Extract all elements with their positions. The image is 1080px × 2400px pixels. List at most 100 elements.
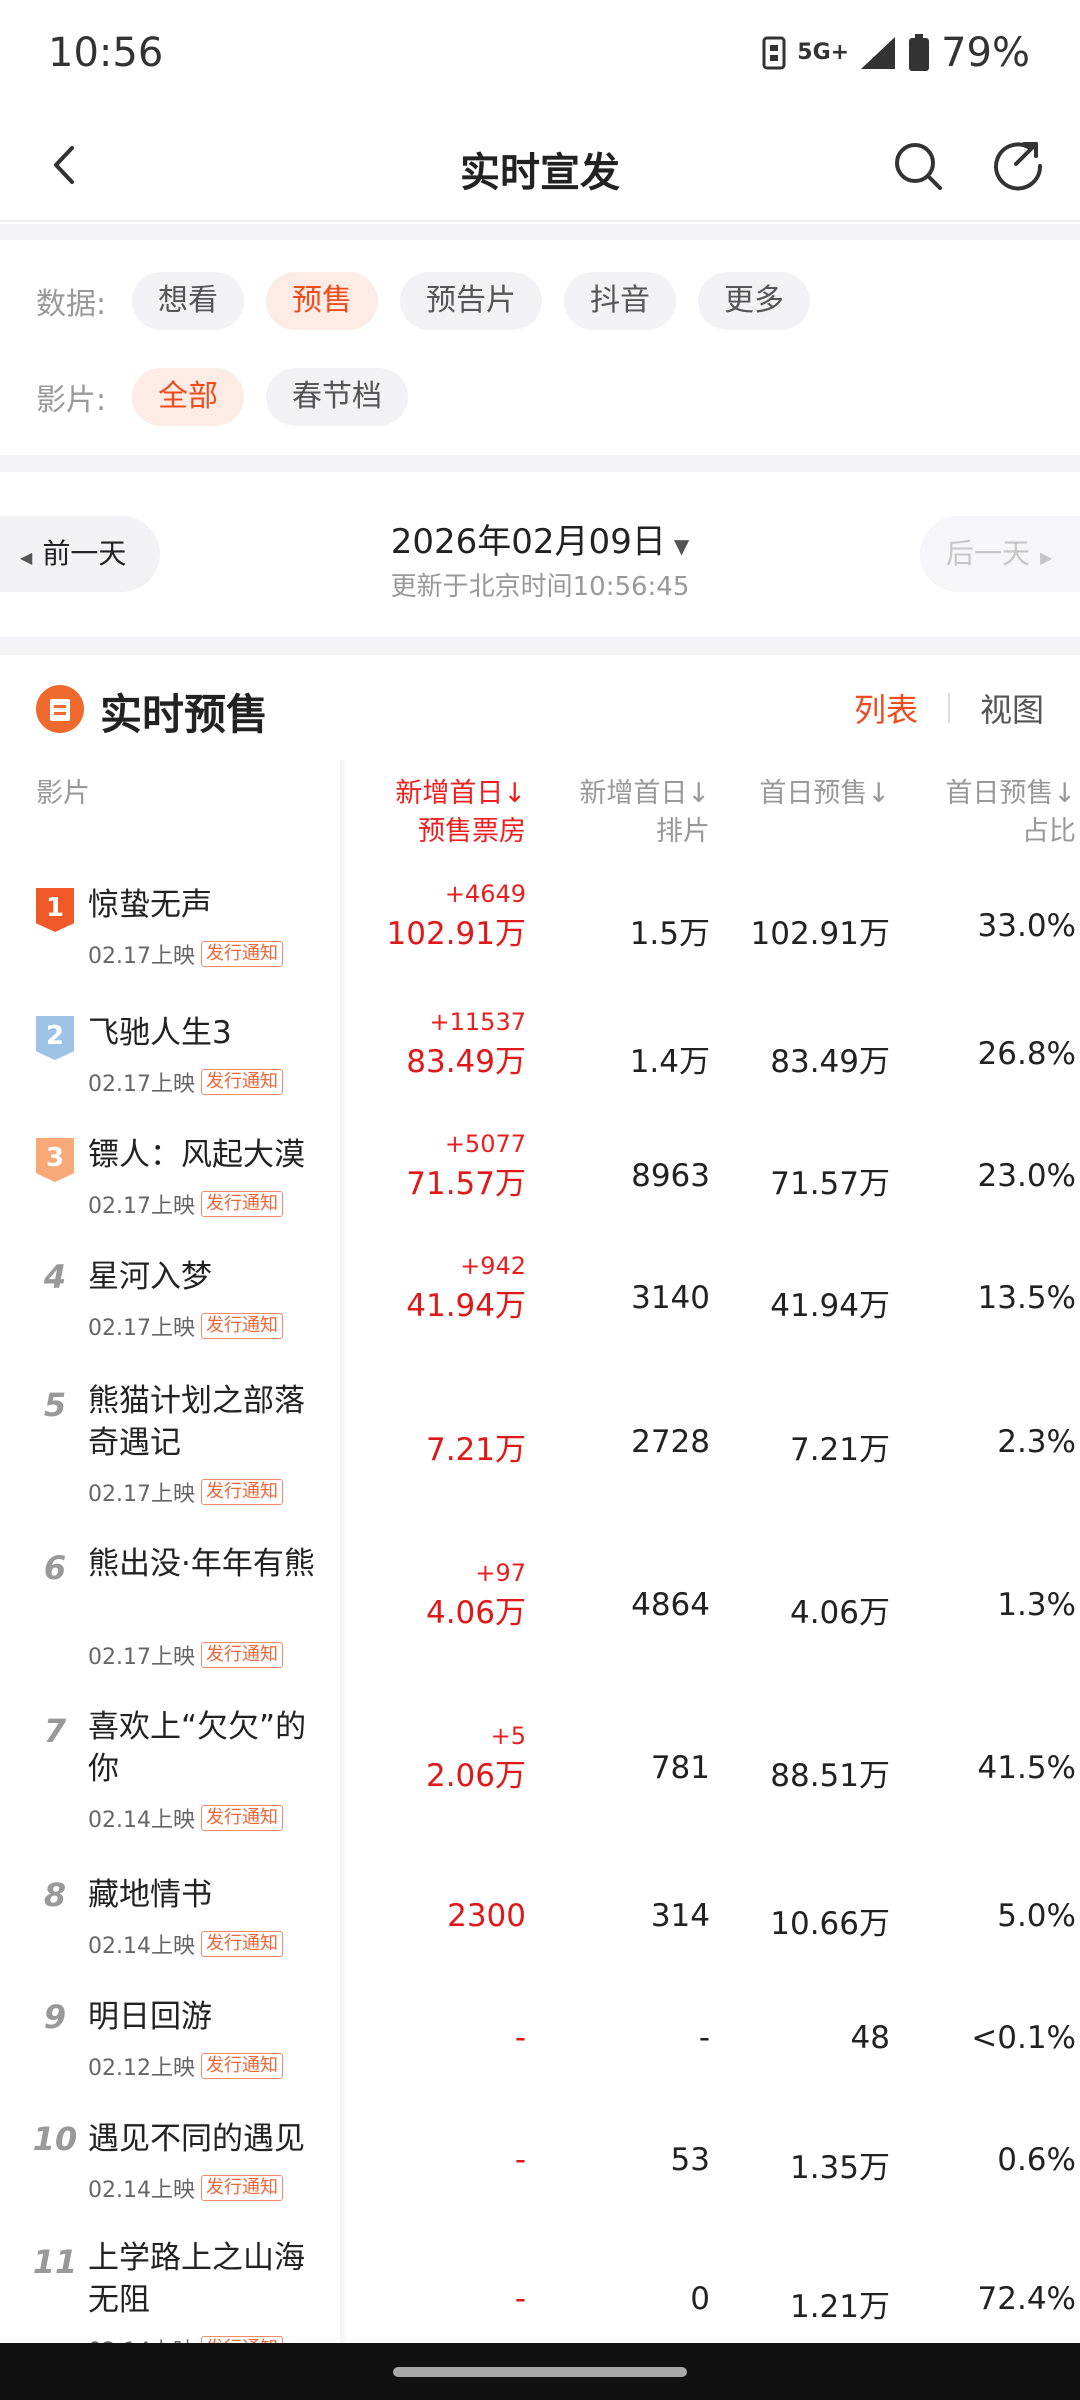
table-row[interactable]: 1 惊蛰无声 02.17上映 发行通知 +4649 102.91万 1.5万 10… <box>0 880 1080 1000</box>
film-meta: 02.17上映 发行通知 <box>88 1476 283 1508</box>
table-row[interactable]: 2 飞驰人生3 02.17上映 发行通知 +11537 83.49万 1.4万 8… <box>0 1008 1080 1128</box>
film-name: 熊出没·年年有熊 <box>88 1546 315 1582</box>
release-notice-tag[interactable]: 发行通知 <box>200 1642 283 1668</box>
release-notice-tag[interactable]: 发行通知 <box>200 1191 283 1217</box>
first-day-presale: 1.21万 <box>789 2289 890 2325</box>
first-day-presale: 10.66万 <box>770 1906 890 1942</box>
new-box-office: - <box>514 2142 526 2178</box>
film-name: 上学路上之山海无阻 <box>88 2240 305 2318</box>
film-meta: 02.14上映发行通知 <box>88 1928 283 1960</box>
table-row[interactable]: 6 熊出没·年年有熊 02.17上映 发行通知 +97 4.06万 4864 4.… <box>0 1543 1080 1703</box>
release-notice-tag[interactable]: 发行通知 <box>200 2175 283 2201</box>
rank-number: 4 <box>43 1258 67 1296</box>
release-notice-tag[interactable]: 发行通知 <box>200 1931 283 1957</box>
rank-number: 10 <box>32 2120 78 2158</box>
tab-list[interactable]: 列表 <box>854 685 918 731</box>
new-box-office: 2300 <box>447 1898 526 1934</box>
header-first-day-presale[interactable]: 首日预售↓ <box>690 775 890 813</box>
new-box-office: - <box>514 2281 526 2317</box>
status-icons: 5G+ 79% <box>761 30 1030 76</box>
new-box-office: - <box>514 2020 526 2056</box>
chip-trailer[interactable]: 预告片 <box>400 272 542 330</box>
right-arrow-icon: ▶ <box>1040 548 1053 567</box>
next-day-label: 后一天 <box>946 537 1031 570</box>
chip-all[interactable]: 全部 <box>132 368 244 426</box>
next-day-button[interactable]: 后一天 ▶ <box>920 516 1080 592</box>
header-col1-line2: 预售票房 <box>418 816 526 847</box>
first-day-presale: 88.51万 <box>770 1758 890 1794</box>
release-date: 02.12上映 <box>88 2056 195 2081</box>
film-filter-row: 影片: 全部 春节档 <box>36 368 430 426</box>
rank-badge: 1 <box>36 888 74 932</box>
new-box-office: 4.06万 <box>425 1595 526 1631</box>
presale-share: 0.6% <box>997 2142 1076 2178</box>
film-meta: 02.14上映发行通知 <box>88 1802 283 1834</box>
chip-presale[interactable]: 预售 <box>266 272 378 330</box>
header-new-first-day-screenings[interactable]: 新增首日↓ 排片 <box>510 775 710 851</box>
new-screenings: 1.5万 <box>629 916 710 952</box>
release-date: 02.17上映 <box>88 1645 195 1670</box>
header-col3: 首日预售↓ <box>759 778 890 809</box>
increment: +942 <box>460 1252 526 1280</box>
table-row[interactable]: 7 喜欢上“欠欠”的你 02.14上映 发行通知 +5 2.06万 781 88.… <box>0 1706 1080 1866</box>
table-row[interactable]: 5 熊猫计划之部落奇遇记 02.17上映 发行通知 7.21万 2728 7.21… <box>0 1380 1080 1540</box>
network-type: 5G+ <box>797 40 850 65</box>
first-day-presale: 7.21万 <box>789 1432 890 1468</box>
presale-share: 33.0% <box>977 908 1076 944</box>
rank-number: 11 <box>32 2243 78 2281</box>
tab-view[interactable]: 视图 <box>980 685 1044 731</box>
sim-icon <box>762 36 786 70</box>
search-icon[interactable] <box>890 138 946 194</box>
new-box-office: 71.57万 <box>406 1166 526 1202</box>
release-notice-tag[interactable]: 发行通知 <box>200 1805 283 1831</box>
chip-spring-festival[interactable]: 春节档 <box>266 368 408 426</box>
release-notice-tag[interactable]: 发行通知 <box>200 1069 283 1095</box>
release-notice-tag[interactable]: 发行通知 <box>200 1313 283 1339</box>
new-screenings: 8963 <box>631 1158 710 1194</box>
film-filter-label: 影片: <box>36 383 107 418</box>
film-meta: 02.12上映 发行通知 <box>88 2050 283 2082</box>
table-row[interactable]: 8 藏地情书 02.14上映 发行通知 2300 314 10.66万 5.0% <box>0 1870 1080 1990</box>
table-row[interactable]: 3 镖人：风起大漠 02.17上映 发行通知 +5077 71.57万 8963 … <box>0 1130 1080 1250</box>
new-screenings: 53 <box>670 2142 710 2178</box>
header-col4-line1: 首日预售↓ <box>945 778 1076 809</box>
signal-icon <box>861 37 896 69</box>
presale-share: 26.8% <box>977 1036 1076 1072</box>
table-row[interactable]: 4 星河入梦 02.17上映 发行通知 +942 41.94万 3140 41.9… <box>0 1252 1080 1372</box>
new-box-office: 7.21万 <box>425 1432 526 1468</box>
home-indicator[interactable] <box>393 2367 687 2377</box>
new-screenings: 314 <box>650 1898 710 1934</box>
presale-section: 实时预售 列表 视图 影片 新增首日↓ 预售票房 新增首日↓ 排片 首日预售↓ … <box>0 655 1080 2345</box>
clock: 10:56 <box>48 30 164 76</box>
chip-douyin[interactable]: 抖音 <box>564 272 676 330</box>
header-new-first-day-box-office[interactable]: 新增首日↓ 预售票房 <box>326 775 526 851</box>
film-meta: 02.17上映 发行通知 <box>88 938 283 970</box>
table-row[interactable]: 9 明日回游 02.12上映 发行通知 - - 48 <0.1% <box>0 1992 1080 2112</box>
release-notice-tag[interactable]: 发行通知 <box>200 1479 283 1505</box>
new-screenings: 781 <box>650 1750 710 1786</box>
date-selector[interactable]: 2026年02月09日 ▼ <box>0 514 1080 563</box>
share-icon[interactable] <box>990 136 1046 192</box>
film-name: 镖人：风起大漠 <box>88 1137 305 1173</box>
table-row[interactable]: 10 遇见不同的遇见 02.14上映 发行通知 - 53 1.35万 0.6% <box>0 2114 1080 2234</box>
header-col2-line1: 新增首日↓ <box>579 778 710 809</box>
release-date: 02.17上映 <box>88 1316 195 1341</box>
chip-want[interactable]: 想看 <box>132 272 244 330</box>
header-col1-line1: 新增首日↓ <box>395 778 526 809</box>
release-notice-tag[interactable]: 发行通知 <box>200 941 283 967</box>
chip-more[interactable]: 更多 <box>698 272 810 330</box>
update-time: 更新于北京时间10:56:45 <box>390 572 690 602</box>
section-header: 实时预售 列表 视图 <box>0 655 1080 760</box>
release-date: 02.14上映 <box>88 1934 195 1959</box>
new-screenings: 0 <box>690 2281 710 2317</box>
new-screenings: - <box>698 2020 710 2056</box>
new-screenings: 3140 <box>631 1280 710 1316</box>
release-notice-tag[interactable]: 发行通知 <box>200 2053 283 2079</box>
battery-icon <box>909 34 930 71</box>
header-first-day-share[interactable]: 首日预售↓ 占比 <box>880 775 1076 851</box>
film-meta: 02.17上映 发行通知 <box>88 1310 283 1342</box>
film-meta: 02.17上映 发行通知 <box>88 1066 283 1098</box>
table-row[interactable]: 11 上学路上之山海无阻 02.14上映发行通知 - 0 1.21万 72.4% <box>0 2237 1080 2345</box>
release-date: 02.17上映 <box>88 1072 195 1097</box>
rank-number: 9 <box>43 1998 67 2036</box>
